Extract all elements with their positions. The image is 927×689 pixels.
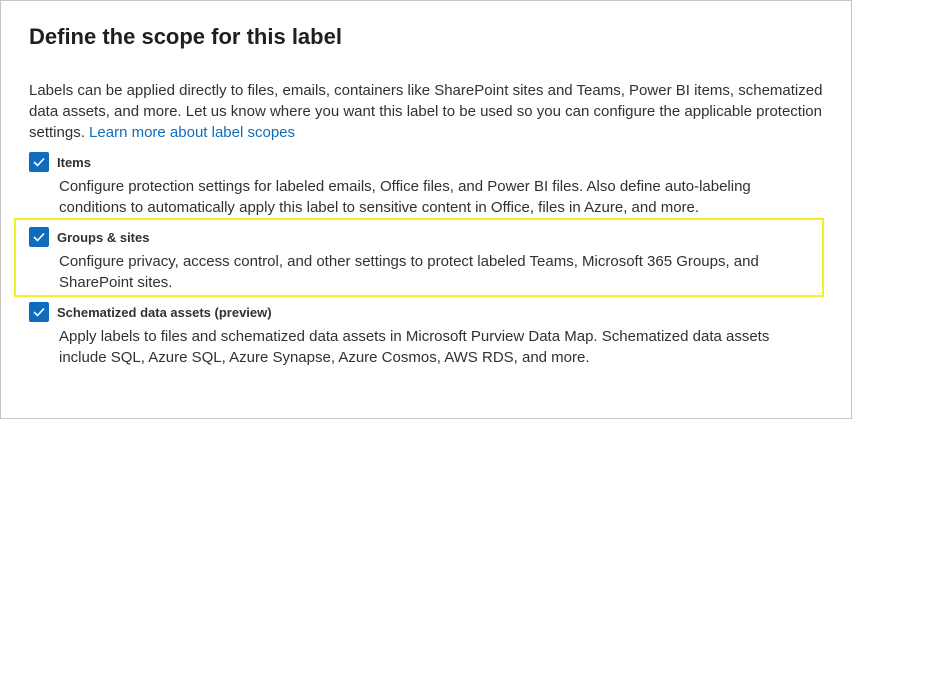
scope-option-row: Schematized data assets (preview) [29,302,819,322]
scope-option-schematized-data: Schematized data assets (preview) Apply … [29,302,819,368]
groups-sites-checkbox[interactable] [29,227,49,247]
checkmark-icon [33,232,45,242]
groups-sites-label: Groups & sites [57,229,150,245]
items-checkbox[interactable] [29,152,49,172]
intro-paragraph: Labels can be applied directly to files,… [29,80,829,143]
schematized-data-label: Schematized data assets (preview) [57,304,272,320]
learn-more-link[interactable]: Learn more about label scopes [89,124,295,141]
label-scope-panel: Define the scope for this label Labels c… [0,0,852,419]
groups-sites-description: Configure privacy, access control, and o… [59,253,759,291]
checkmark-icon [33,157,45,167]
page-title: Define the scope for this label [29,24,342,49]
scope-option-row: Items [29,152,819,172]
scope-option-items: Items Configure protection settings for … [29,152,819,218]
schematized-data-description: Apply labels to files and schematized da… [59,328,770,366]
checkmark-icon [33,307,45,317]
scope-option-groups-sites: Groups & sites Configure privacy, access… [29,227,819,293]
scope-option-row: Groups & sites [29,227,819,247]
items-description: Configure protection settings for labele… [59,178,751,216]
schematized-data-checkbox[interactable] [29,302,49,322]
items-label: Items [57,154,91,170]
